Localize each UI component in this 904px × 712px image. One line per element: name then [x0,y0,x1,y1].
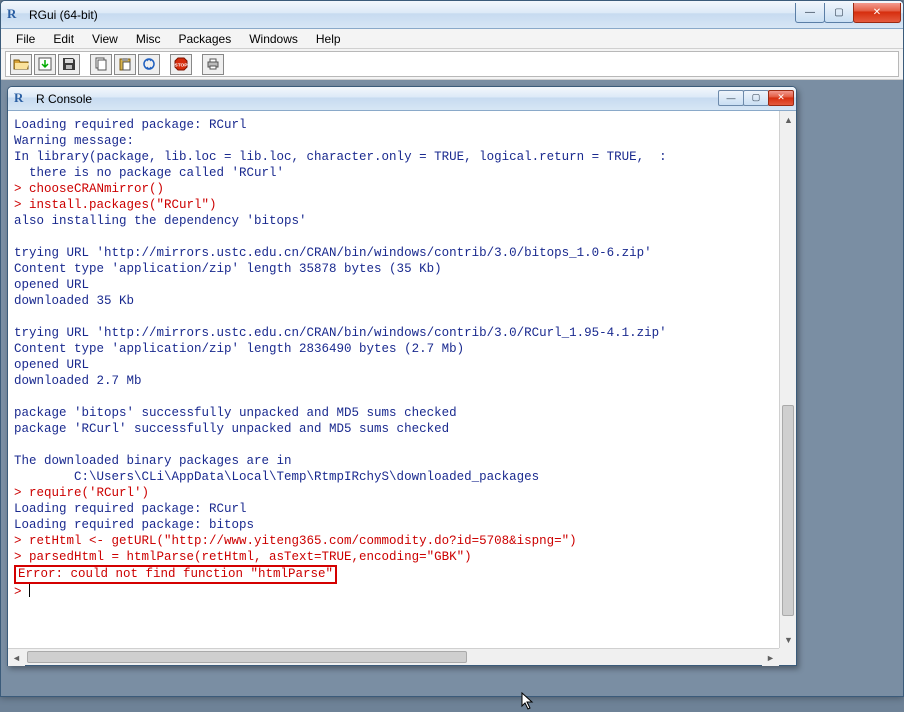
r-app-icon: R [7,7,23,23]
console-line: Content type 'application/zip' length 35… [14,262,442,276]
scroll-track[interactable] [25,649,762,665]
svg-text:STOP: STOP [175,63,189,69]
console-close-button[interactable]: ✕ [768,90,794,106]
open-button[interactable] [10,54,32,75]
console-window-buttons: — ▢ ✕ [719,90,794,106]
horizontal-scrollbar[interactable]: ◄ ► [8,648,779,665]
text-caret [29,584,30,597]
console-line: opened URL [14,358,89,372]
minimize-button[interactable]: — [795,3,825,23]
copy-paste-button[interactable] [138,54,160,75]
menu-misc[interactable]: Misc [127,30,170,48]
menu-windows[interactable]: Windows [240,30,307,48]
console-line: > retHtml <- getURL("http://www.yiteng36… [14,534,577,548]
console-line: trying URL 'http://mirrors.ustc.edu.cn/C… [14,246,652,260]
console-window: R R Console — ▢ ✕ Loading required packa… [7,86,797,666]
paste-button[interactable] [114,54,136,75]
console-line: In library(package, lib.loc = lib.loc, c… [14,150,667,164]
console-line: The downloaded binary packages are in [14,454,292,468]
console-minimize-button[interactable]: — [718,90,744,106]
menu-view[interactable]: View [83,30,127,48]
minimize-icon: — [727,93,736,103]
scroll-thumb[interactable] [27,651,467,663]
copy-paste-icon [141,56,157,72]
vertical-scrollbar[interactable]: ▲ ▼ [779,111,796,648]
console-line: > require('RCurl') [14,486,149,500]
minimize-icon: — [805,7,815,18]
stop-button[interactable]: STOP [170,54,192,75]
console-line: there is no package called 'RCurl' [14,166,284,180]
console-line: > install.packages("RCurl") [14,198,217,212]
close-button[interactable]: ✕ [853,3,901,23]
console-line: opened URL [14,278,89,292]
console-body: Loading required package: RCurl Warning … [8,111,796,648]
menu-packages[interactable]: Packages [170,30,241,48]
console-line: Content type 'application/zip' length 28… [14,342,464,356]
print-icon [205,56,221,72]
close-icon: ✕ [777,92,785,103]
scroll-down-arrow-icon[interactable]: ▼ [780,631,796,648]
copy-button[interactable] [90,54,112,75]
console-titlebar[interactable]: R R Console — ▢ ✕ [8,87,796,111]
console-line: Loading required package: RCurl [14,502,247,516]
scroll-track[interactable] [780,128,796,631]
save-floppy-icon [61,56,77,72]
maximize-icon: ▢ [834,7,843,18]
scroll-right-arrow-icon[interactable]: ► [762,649,779,666]
console-line: Loading required package: bitops [14,518,254,532]
load-icon [37,56,53,72]
scroll-up-arrow-icon[interactable]: ▲ [780,111,796,128]
console-line: trying URL 'http://mirrors.ustc.edu.cn/C… [14,326,667,340]
console-line: package 'bitops' successfully unpacked a… [14,406,457,420]
console-line: > parsedHtml = htmlParse(retHtml, asText… [14,550,472,564]
console-line: Loading required package: RCurl [14,118,247,132]
paste-icon [117,56,133,72]
console-line: downloaded 35 Kb [14,294,134,308]
maximize-icon: ▢ [752,92,761,103]
console-maximize-button[interactable]: ▢ [743,90,769,106]
prompt: > [14,585,29,599]
maximize-button[interactable]: ▢ [824,3,854,23]
menu-edit[interactable]: Edit [44,30,83,48]
console-line: > chooseCRANmirror() [14,182,164,196]
print-button[interactable] [202,54,224,75]
r-console-icon: R [14,91,30,107]
menubar: File Edit View Misc Packages Windows Hel… [1,29,903,49]
close-icon: ✕ [873,7,881,18]
console-line: also installing the dependency 'bitops' [14,214,307,228]
scrollbar-corner [779,648,796,665]
mdi-area: R R Console — ▢ ✕ Loading required packa… [1,80,903,696]
app-window: R RGui (64-bit) — ▢ ✕ File Edit View Mis… [0,0,904,697]
console-line: package 'RCurl' successfully unpacked an… [14,422,449,436]
toolbar-container: STOP [1,49,903,80]
scroll-thumb[interactable] [782,405,794,616]
stop-icon: STOP [173,56,189,72]
window-buttons: — ▢ ✕ [796,3,901,23]
scroll-left-arrow-icon[interactable]: ◄ [8,649,25,666]
error-highlight-box: Error: could not find function "htmlPars… [14,565,337,584]
copy-icon [93,56,109,72]
menu-help[interactable]: Help [307,30,350,48]
console-title: R Console [36,92,719,106]
console-line: downloaded 2.7 Mb [14,374,142,388]
window-title: RGui (64-bit) [29,8,796,22]
open-folder-icon [13,56,29,72]
save-button[interactable] [58,54,80,75]
console-line: Warning message: [14,134,134,148]
menu-file[interactable]: File [7,30,44,48]
console-line: C:\Users\CLi\AppData\Local\Temp\RtmpIRch… [14,470,539,484]
load-workspace-button[interactable] [34,54,56,75]
mouse-cursor-icon [521,692,535,712]
toolbar: STOP [5,51,899,77]
titlebar[interactable]: R RGui (64-bit) — ▢ ✕ [1,1,903,29]
console-text-area[interactable]: Loading required package: RCurl Warning … [8,111,779,648]
